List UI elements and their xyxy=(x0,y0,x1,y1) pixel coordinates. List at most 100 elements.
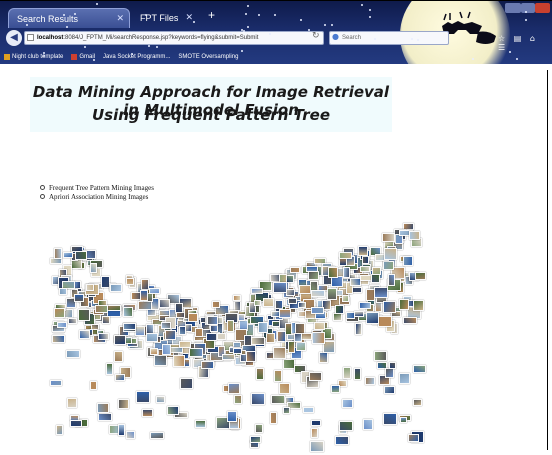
reload-icon[interactable]: ↻ xyxy=(312,31,320,41)
maximize-button[interactable] xyxy=(521,3,535,13)
result-thumbnail[interactable] xyxy=(68,318,77,324)
result-thumbnail[interactable] xyxy=(403,317,417,325)
result-thumbnail[interactable] xyxy=(378,315,392,327)
result-thumbnail[interactable] xyxy=(185,324,192,332)
result-thumbnail[interactable] xyxy=(354,310,364,317)
result-thumbnail[interactable] xyxy=(165,330,176,340)
result-thumbnail[interactable] xyxy=(54,248,62,259)
result-thumbnail[interactable] xyxy=(335,304,344,314)
result-thumbnail[interactable] xyxy=(372,267,381,276)
result-thumbnail[interactable] xyxy=(409,230,420,240)
result-thumbnail[interactable] xyxy=(275,299,283,309)
result-thumbnail[interactable] xyxy=(290,267,300,274)
result-thumbnail[interactable] xyxy=(246,351,256,363)
result-thumbnail[interactable] xyxy=(298,302,306,309)
result-thumbnail[interactable] xyxy=(413,399,422,406)
result-thumbnail[interactable] xyxy=(98,413,112,421)
close-tab-icon[interactable]: ✕ xyxy=(185,12,193,23)
result-thumbnail[interactable] xyxy=(106,363,113,375)
result-thumbnail[interactable] xyxy=(399,299,409,311)
result-thumbnail[interactable] xyxy=(274,369,282,382)
result-thumbnail[interactable] xyxy=(140,290,148,301)
result-thumbnail[interactable] xyxy=(162,344,171,355)
result-thumbnail[interactable] xyxy=(400,416,407,423)
result-thumbnail[interactable] xyxy=(310,441,324,453)
result-thumbnail[interactable] xyxy=(212,301,220,309)
result-thumbnail[interactable] xyxy=(314,321,325,330)
result-thumbnail[interactable] xyxy=(75,251,87,260)
result-thumbnail[interactable] xyxy=(67,398,77,408)
result-thumbnail[interactable] xyxy=(238,314,245,321)
result-thumbnail[interactable] xyxy=(195,328,203,337)
close-tab-icon[interactable]: ✕ xyxy=(116,13,124,24)
result-thumbnail[interactable] xyxy=(362,256,369,265)
result-thumbnail[interactable] xyxy=(66,350,80,358)
result-thumbnail[interactable] xyxy=(266,333,275,344)
new-tab-button[interactable]: + xyxy=(208,8,215,22)
result-thumbnail[interactable] xyxy=(360,266,370,273)
result-thumbnail[interactable] xyxy=(142,409,153,417)
result-thumbnail[interactable] xyxy=(173,355,185,367)
result-thumbnail[interactable] xyxy=(141,279,149,290)
result-thumbnail[interactable] xyxy=(415,272,426,280)
result-thumbnail[interactable] xyxy=(210,325,218,333)
result-thumbnail[interactable] xyxy=(308,271,319,281)
result-thumbnail[interactable] xyxy=(258,322,268,334)
result-thumbnail[interactable] xyxy=(227,319,234,332)
result-thumbnail[interactable] xyxy=(118,399,129,409)
result-thumbnail[interactable] xyxy=(273,282,287,294)
result-thumbnail[interactable] xyxy=(107,305,121,311)
result-thumbnail[interactable] xyxy=(233,294,241,301)
search-input[interactable]: Search xyxy=(329,31,449,45)
result-thumbnail[interactable] xyxy=(306,266,318,273)
result-thumbnail[interactable] xyxy=(78,309,90,321)
result-thumbnail[interactable] xyxy=(179,326,186,335)
result-thumbnail[interactable] xyxy=(86,284,94,291)
result-thumbnail[interactable] xyxy=(154,355,167,366)
result-thumbnail[interactable] xyxy=(403,255,413,266)
result-thumbnail[interactable] xyxy=(110,284,122,292)
tab-fpt-files[interactable]: FPT Files ✕ xyxy=(132,8,198,28)
result-thumbnail[interactable] xyxy=(374,351,387,362)
result-thumbnail[interactable] xyxy=(256,368,264,381)
result-thumbnail[interactable] xyxy=(97,403,109,413)
result-thumbnail[interactable] xyxy=(273,347,286,360)
result-thumbnail[interactable] xyxy=(339,421,353,432)
result-thumbnail[interactable] xyxy=(399,372,410,384)
bookmark-item[interactable]: Gmail xyxy=(71,54,95,60)
result-thumbnail[interactable] xyxy=(328,267,338,279)
result-thumbnail[interactable] xyxy=(250,436,261,444)
result-thumbnail[interactable] xyxy=(136,391,150,403)
result-thumbnail[interactable] xyxy=(388,274,395,287)
result-thumbnail[interactable] xyxy=(90,381,97,390)
result-thumbnail[interactable] xyxy=(312,331,325,344)
result-thumbnail[interactable] xyxy=(331,384,340,393)
result-thumbnail[interactable] xyxy=(52,335,65,343)
result-thumbnail[interactable] xyxy=(98,333,109,340)
result-thumbnail[interactable] xyxy=(288,297,297,304)
result-thumbnail[interactable] xyxy=(271,395,285,405)
result-thumbnail[interactable] xyxy=(114,351,123,362)
result-thumbnail[interactable] xyxy=(207,316,218,326)
result-thumbnail[interactable] xyxy=(123,307,133,317)
result-thumbnail[interactable] xyxy=(149,288,160,294)
result-thumbnail[interactable] xyxy=(366,312,379,324)
result-thumbnail[interactable] xyxy=(251,336,265,345)
result-thumbnail[interactable] xyxy=(309,372,322,382)
result-thumbnail[interactable] xyxy=(90,263,97,273)
result-thumbnail[interactable] xyxy=(359,301,371,309)
result-thumbnail[interactable] xyxy=(294,333,302,343)
result-thumbnail[interactable] xyxy=(319,351,328,363)
radio-button[interactable] xyxy=(40,194,45,199)
result-thumbnail[interactable] xyxy=(135,326,145,336)
result-thumbnail[interactable] xyxy=(413,300,424,311)
result-thumbnail[interactable] xyxy=(342,295,349,303)
address-bar[interactable]: localhost:8084/J_FPTM_Mi/searchResponse.… xyxy=(24,31,324,45)
result-thumbnail[interactable] xyxy=(296,341,306,351)
bookmark-item[interactable]: Java Socket Programm... xyxy=(103,54,170,60)
result-thumbnail[interactable] xyxy=(180,378,193,389)
result-thumbnail[interactable] xyxy=(385,367,394,378)
result-thumbnail[interactable] xyxy=(188,313,198,322)
result-thumbnail[interactable] xyxy=(286,289,295,297)
result-thumbnail[interactable] xyxy=(50,380,62,386)
